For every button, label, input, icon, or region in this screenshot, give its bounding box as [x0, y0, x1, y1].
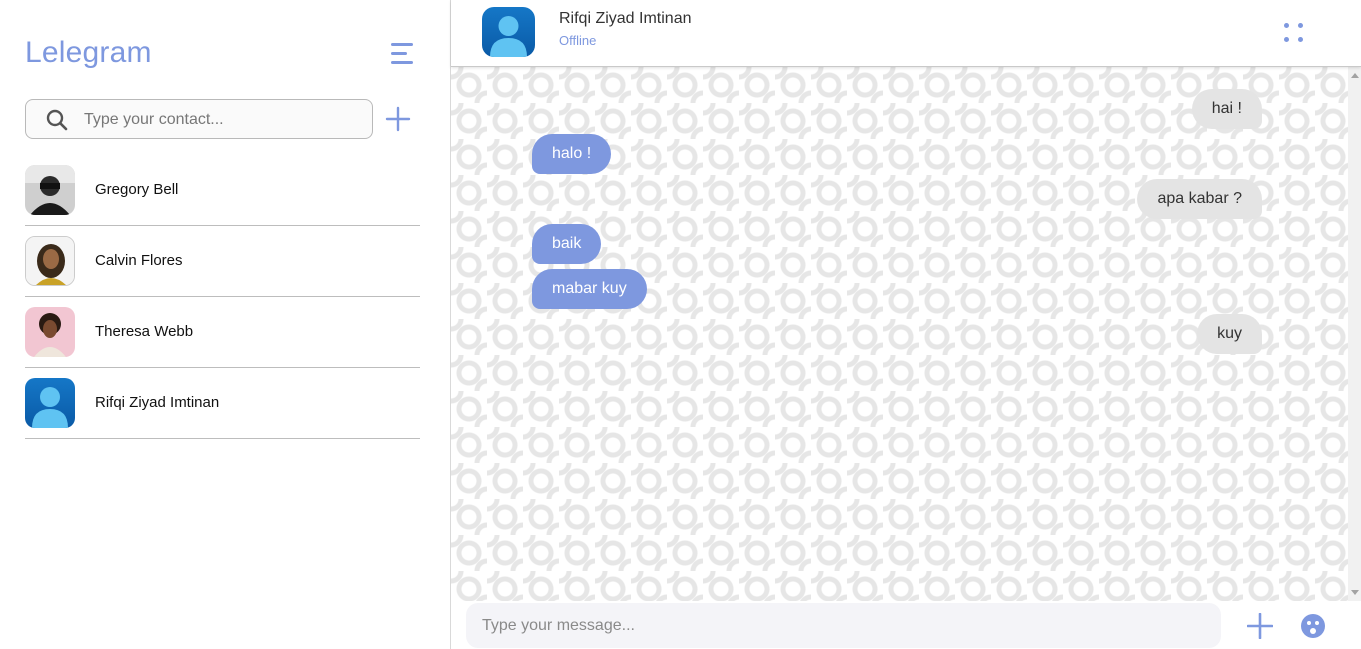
avatar: [25, 307, 75, 357]
message-bubble-incoming: mabar kuy: [532, 269, 647, 309]
message-bubble-outgoing: apa kabar ?: [1137, 179, 1262, 219]
chat-header: Rifqi Ziyad Imtinan Offline: [451, 0, 1361, 67]
plus-icon[interactable]: [1247, 613, 1273, 639]
message-bubble-incoming: halo !: [532, 134, 612, 174]
message-bubble-outgoing: kuy: [1197, 314, 1262, 354]
contact-item-theresa-webb[interactable]: Theresa Webb: [25, 297, 420, 368]
app-brand: Lelegram: [25, 36, 152, 69]
sidebar: Lelegram Type your contact... Gregory Be…: [0, 0, 451, 649]
contact-name: Calvin Flores: [95, 252, 183, 269]
contact-name: Theresa Webb: [95, 323, 194, 340]
emoji-icon[interactable]: [1300, 613, 1326, 639]
message-scrollbar[interactable]: [1348, 67, 1361, 601]
contact-item-rifqi-ziyad-imtinan[interactable]: Rifqi Ziyad Imtinan: [25, 368, 420, 439]
message-composer: [451, 601, 1361, 649]
scroll-down-arrow-icon[interactable]: [1351, 590, 1359, 595]
chat-panel: Rifqi Ziyad Imtinan Offline hai ! halo !…: [451, 0, 1361, 649]
contact-item-calvin-flores[interactable]: Calvin Flores: [25, 226, 420, 297]
chat-contact-status: Offline: [559, 33, 597, 48]
avatar: [25, 165, 75, 215]
avatar: [25, 236, 75, 286]
search-icon: [46, 109, 68, 131]
default-user-avatar: [25, 378, 75, 428]
chat-user-avatar[interactable]: [482, 7, 535, 57]
message-area: hai ! halo ! apa kabar ? baik mabar kuy …: [451, 67, 1348, 601]
add-contact-plus-icon[interactable]: [385, 106, 411, 132]
app: Lelegram Type your contact... Gregory Be…: [0, 0, 1361, 649]
contact-search-input[interactable]: [84, 108, 364, 132]
contact-list: Gregory Bell Calvin Flores Theresa Webb …: [25, 155, 420, 439]
scroll-up-arrow-icon[interactable]: [1351, 73, 1359, 78]
more-dots-icon[interactable]: [1282, 21, 1306, 45]
message-input[interactable]: [466, 603, 1221, 648]
message-bubble-incoming: baik: [532, 224, 602, 264]
contact-name: Gregory Bell: [95, 181, 179, 198]
message-bubble-outgoing: hai !: [1191, 89, 1262, 129]
contact-search-box: [25, 99, 373, 139]
menu-icon[interactable]: [391, 43, 415, 65]
contact-item-gregory-bell[interactable]: Gregory Bell: [25, 155, 420, 226]
chat-contact-name: Rifqi Ziyad Imtinan: [559, 10, 692, 27]
contact-name: Rifqi Ziyad Imtinan: [95, 394, 220, 411]
